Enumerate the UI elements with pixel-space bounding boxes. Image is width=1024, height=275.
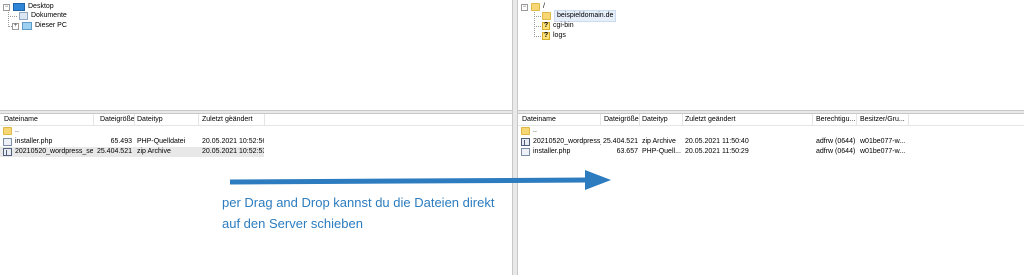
- drag-drop-hint: per Drag and Drop kannst du die Dateien …: [222, 192, 494, 234]
- hint-line-2: auf den Server schieben: [222, 216, 363, 231]
- hint-line-1: per Drag and Drop kannst du die Dateien …: [222, 195, 495, 210]
- drag-arrow: [229, 170, 611, 190]
